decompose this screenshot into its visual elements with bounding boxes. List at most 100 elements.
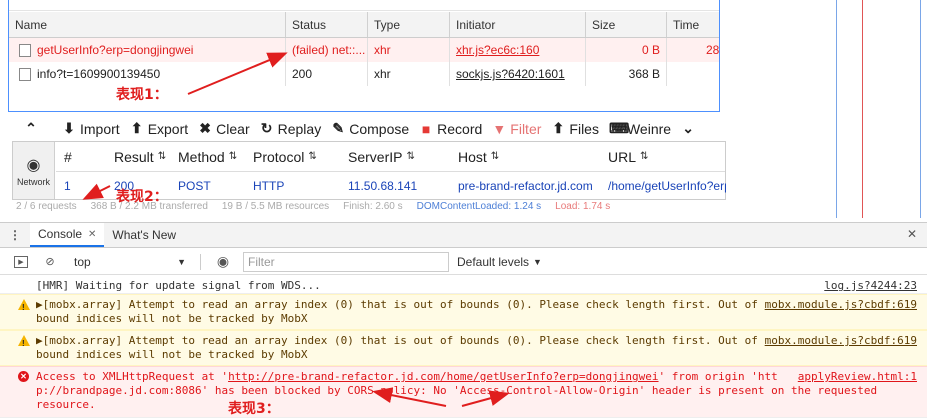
request-name: getUserInfo?erp=dongjingwei (37, 43, 194, 57)
request-initiator-link[interactable]: xhr.js?ec6c:160 (456, 43, 539, 57)
waterfall-line (836, 0, 837, 218)
console-error-message: ✕ Access to XMLHttpRequest at 'http://pr… (0, 366, 927, 418)
files-icon: ⬆ (552, 120, 565, 136)
waterfall-line (920, 0, 921, 218)
col-num-header[interactable]: # (64, 142, 104, 171)
tab-console-label: Console (38, 227, 83, 241)
import-icon: ⬇ (63, 120, 75, 136)
export-button[interactable]: ⬆ Export (130, 120, 188, 137)
log-levels-dropdown[interactable]: Default levels ▼ (457, 255, 542, 269)
request-initiator-link[interactable]: sockjs.js?6420:1601 (456, 67, 565, 81)
request-size: 0 B (585, 38, 666, 62)
warn-text-line2: bound indices will not be tracked by Mob… (36, 312, 308, 325)
capture-toolbar: ⌃ ⬇ Import ⬆ Export ✖ Clear ↻ Replay ✎ Compos… (12, 116, 726, 142)
files-button[interactable]: ⬆ Files (551, 120, 599, 137)
context-selector[interactable]: top ▼ (70, 252, 190, 272)
col-type-header[interactable]: Type (367, 12, 449, 37)
weinre-button[interactable]: ⌨ Weinre (609, 120, 671, 137)
replay-button[interactable]: ↻ Replay (260, 120, 322, 137)
drawer-menu-icon[interactable]: ⋮ (0, 228, 30, 242)
network-row[interactable]: info?t=1609900139450 200 xhr sockjs.js?6… (9, 62, 719, 86)
compose-label: Compose (349, 120, 410, 137)
clear-button[interactable]: ✖ Clear (198, 120, 249, 137)
error-url-link[interactable]: http://pre-brand-refactor.jd.com/home/ge… (228, 370, 658, 383)
console-filter-input[interactable]: Filter (243, 251, 449, 272)
close-icon[interactable]: ✕ (88, 229, 96, 240)
up-chevron-icon: ⌃ (25, 120, 37, 136)
replay-label: Replay (277, 120, 322, 137)
log-text: [HMR] Waiting for update signal from WDS… (36, 279, 321, 292)
error-source-link[interactable]: applyReview.html:1 (798, 370, 917, 384)
warn-source-link[interactable]: mobx.module.js?cbdf:619 (765, 298, 917, 312)
compose-button[interactable]: ✎ Compose (331, 120, 409, 137)
annotation-label-3: 表现3： (228, 401, 280, 417)
session-url: /home/getUserInfo?erp (608, 179, 726, 193)
col-name-header[interactable]: Name (9, 12, 285, 37)
console-log-message: [HMR] Waiting for update signal from WDS… (0, 276, 927, 294)
tab-whats-new[interactable]: What's New (104, 223, 184, 247)
warn-source-link[interactable]: mobx.module.js?cbdf:619 (765, 334, 917, 348)
collapse-button[interactable]: ⌃ (24, 120, 42, 137)
sort-icon: ⇅ (406, 151, 415, 162)
network-tab[interactable]: ◉ Network (13, 142, 55, 199)
session-protocol: HTTP (253, 179, 285, 193)
import-button[interactable]: ⬇ Import (62, 120, 120, 137)
console-messages: [HMR] Waiting for update signal from WDS… (0, 276, 927, 418)
session-list-header: # Result ⇅ Method ⇅ Protocol ⇅ ServerIP ⇅ Ho… (56, 142, 725, 172)
request-type: xhr (367, 62, 449, 86)
waterfall-load-line (862, 0, 863, 218)
network-tab-label: Network (16, 176, 50, 187)
eye-icon[interactable]: ◉ (215, 253, 231, 269)
sort-icon: ⇅ (308, 151, 317, 162)
globe-icon: ◉ (26, 156, 41, 174)
file-icon (19, 43, 31, 57)
weinre-label: Weinre (626, 120, 672, 137)
col-initiator-header[interactable]: Initiator (449, 12, 585, 37)
log-source-link[interactable]: log.js?4244:23 (824, 279, 917, 293)
request-name: info?t=1609900139450 (37, 67, 161, 81)
dropdown-caret-icon: ▼ (177, 256, 186, 267)
error-origin-part: p://brandpage.jd.com:8086 (36, 384, 202, 397)
clear-label: Clear (216, 120, 250, 137)
console-warning-message[interactable]: ▶[mobx.array] Attempt to read an array i… (0, 330, 927, 366)
col-protocol-header[interactable]: Protocol ⇅ (253, 142, 348, 171)
col-result-header[interactable]: Result ⇅ (114, 142, 178, 171)
col-size-header[interactable]: Size (585, 12, 666, 37)
col-time-header[interactable]: Time (666, 12, 719, 37)
warn-text-line1: ▶[mobx.array] Attempt to read an array i… (36, 334, 758, 347)
network-table-header: Name Status Type Initiator Size Time (9, 12, 719, 38)
col-host-header[interactable]: Host ⇅ (458, 142, 608, 171)
col-url-header[interactable]: URL ⇅ (608, 142, 726, 171)
dropdown-caret-icon: ▼ (533, 256, 542, 267)
error-text: ' from origin ' (658, 370, 758, 383)
warn-text-line1: ▶[mobx.array] Attempt to read an array i… (36, 298, 758, 311)
levels-label: Default levels (457, 254, 530, 269)
session-num: 1 (64, 179, 71, 193)
clear-console-icon[interactable]: ⊘ (42, 255, 58, 269)
network-panel: Name Status Type Initiator Size Time get… (8, 0, 720, 112)
close-drawer-icon[interactable]: ✕ (907, 227, 917, 241)
network-overview-strip (9, 0, 719, 11)
filter-icon: ▼ (492, 120, 507, 137)
col-method-header[interactable]: Method ⇅ (178, 142, 253, 171)
filter-button[interactable]: ▼ Filter (492, 121, 541, 137)
request-size: 368 B (585, 62, 666, 86)
tab-console[interactable]: Console ✕ (30, 223, 105, 247)
network-row-failed[interactable]: getUserInfo?erp=dongjingwei (failed) net… (9, 38, 719, 62)
console-warning-message[interactable]: ▶[mobx.array] Attempt to read an array i… (0, 294, 927, 330)
filter-placeholder: Filter (248, 254, 275, 269)
annotation-label-2: 表现2： (116, 189, 168, 205)
col-serverip-header[interactable]: ServerIP ⇅ (348, 142, 458, 171)
sidebar-toggle-icon[interactable]: ▶ (14, 255, 28, 268)
record-button[interactable]: ■ Record (419, 121, 482, 137)
more-button[interactable]: ⌄ (681, 120, 699, 137)
context-value: top (74, 254, 91, 269)
warning-icon (18, 335, 30, 351)
col-status-header[interactable]: Status (285, 12, 367, 37)
request-status: (failed) net::... (285, 38, 367, 62)
request-time: 288 (666, 38, 719, 62)
more-chevron-icon: ⌄ (682, 120, 694, 136)
import-label: Import (80, 120, 120, 137)
export-icon: ⬆ (130, 120, 143, 136)
session-serverip: 11.50.68.141 (348, 179, 418, 193)
